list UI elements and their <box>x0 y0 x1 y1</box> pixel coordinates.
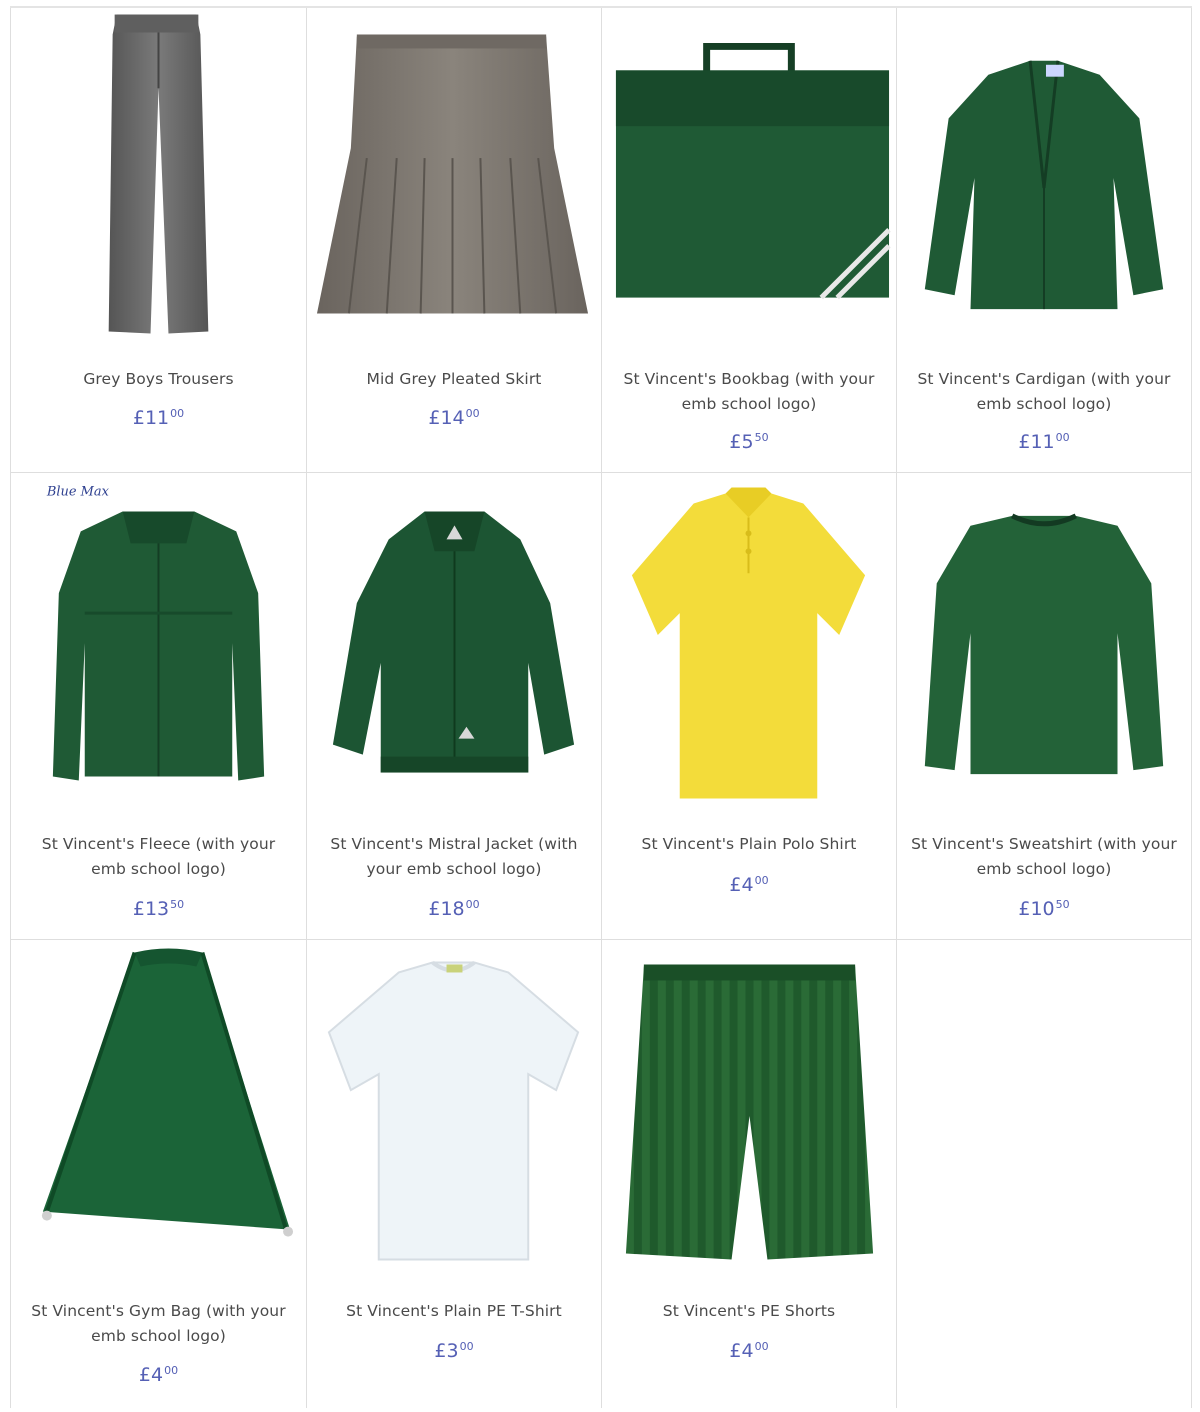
product-name[interactable]: St Vincent's Bookbag (with your emb scho… <box>616 367 882 417</box>
trousers-icon <box>108 14 209 334</box>
product-image[interactable] <box>307 473 601 813</box>
polo-shirt-icon <box>631 487 866 799</box>
product-card[interactable]: St Vincent's Plain Polo Shirt £400 <box>601 473 896 940</box>
product-name[interactable]: Grey Boys Trousers <box>25 367 292 392</box>
product-price: £400 <box>729 1340 769 1362</box>
product-price: £1350 <box>132 898 185 920</box>
product-name[interactable]: St Vincent's Plain Polo Shirt <box>616 832 882 857</box>
gym-bag-icon <box>41 948 294 1237</box>
product-card[interactable]: Mid Grey Pleated Skirt £1400 <box>306 8 601 473</box>
product-image[interactable] <box>307 940 601 1280</box>
product-name[interactable]: St Vincent's Mistral Jacket (with your e… <box>321 832 587 882</box>
skirt-icon <box>316 34 589 314</box>
product-name[interactable]: St Vincent's Sweatshirt (with your emb s… <box>911 832 1177 882</box>
product-card[interactable]: St Vincent's Bookbag (with your emb scho… <box>601 8 896 473</box>
product-image[interactable] <box>11 8 306 348</box>
product-price: £1100 <box>1018 431 1070 453</box>
product-price: £1800 <box>428 898 480 920</box>
product-price: £400 <box>729 874 769 896</box>
product-name[interactable]: St Vincent's PE Shorts <box>616 1299 882 1324</box>
product-card[interactable]: St Vincent's Plain PE T-Shirt £300 <box>306 940 601 1408</box>
product-card[interactable]: St Vincent's PE Shorts £400 <box>601 940 896 1408</box>
product-card[interactable]: Grey Boys Trousers £1100 <box>10 8 306 473</box>
product-card[interactable]: St Vincent's Gym Bag (with your emb scho… <box>10 940 306 1408</box>
product-name[interactable]: St Vincent's Fleece (with your emb schoo… <box>25 832 292 882</box>
product-price: £1050 <box>1018 898 1070 920</box>
product-image[interactable] <box>11 940 306 1280</box>
product-image[interactable] <box>602 940 896 1280</box>
product-image[interactable] <box>897 473 1191 813</box>
bookbag-icon <box>615 42 891 300</box>
cardigan-icon <box>924 60 1164 310</box>
empty-grid-cell <box>896 940 1192 1408</box>
product-price: £550 <box>729 431 769 453</box>
product-name[interactable]: St Vincent's Gym Bag (with your emb scho… <box>25 1299 292 1349</box>
product-image[interactable] <box>307 8 601 348</box>
product-price: £1100 <box>132 407 185 429</box>
product-price: £300 <box>434 1340 474 1362</box>
product-image[interactable] <box>602 8 896 348</box>
jacket-icon <box>332 511 575 773</box>
product-card[interactable]: St Vincent's Mistral Jacket (with your e… <box>306 473 601 940</box>
svg-text:Blue Max: Blue Max <box>46 485 110 500</box>
product-card[interactable]: St Vincent's Cardigan (with your emb sch… <box>896 8 1192 473</box>
product-price: £400 <box>138 1364 179 1386</box>
product-image[interactable] <box>602 473 896 813</box>
product-name[interactable]: Mid Grey Pleated Skirt <box>321 367 587 392</box>
sweatshirt-icon <box>924 513 1164 775</box>
product-grid: Grey Boys Trousers £1100 Mid Grey Pleate… <box>10 6 1192 1408</box>
product-image[interactable] <box>897 8 1191 348</box>
product-name[interactable]: St Vincent's Cardigan (with your emb sch… <box>911 367 1177 417</box>
product-price: £1400 <box>428 407 480 429</box>
tshirt-icon <box>327 960 580 1261</box>
fleece-icon: Blue Max <box>46 485 265 781</box>
product-name[interactable]: St Vincent's Plain PE T-Shirt <box>321 1299 587 1324</box>
product-card[interactable]: Blue Max St Vincent's Fleece (with your … <box>10 473 306 940</box>
shorts-icon <box>625 964 874 1260</box>
product-image[interactable]: Blue Max <box>11 473 306 813</box>
product-card[interactable]: St Vincent's Sweatshirt (with your emb s… <box>896 473 1192 940</box>
